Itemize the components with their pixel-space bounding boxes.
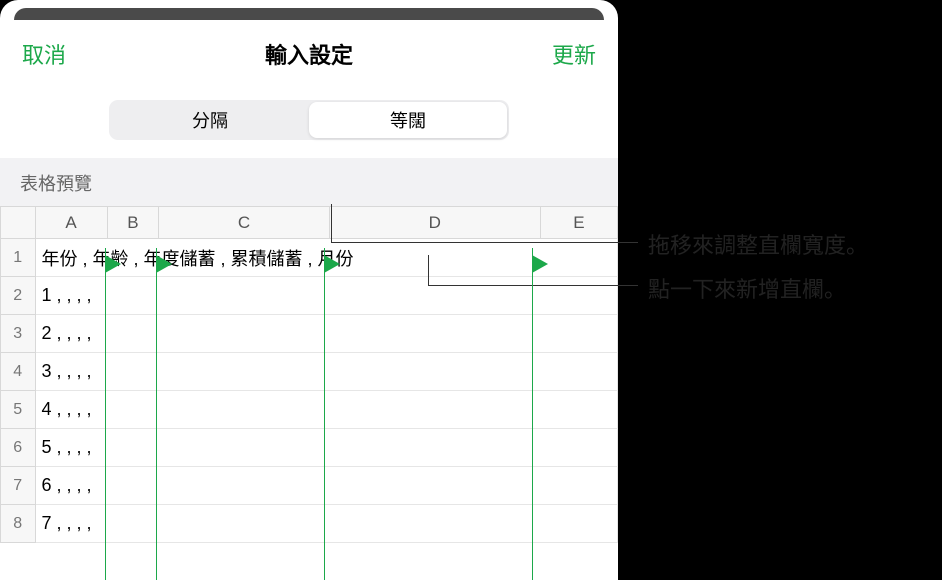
column-boundary-line[interactable]: [324, 248, 325, 580]
table-row: 5 4 , , , ,: [1, 391, 618, 429]
segment-delimited[interactable]: 分隔: [111, 102, 309, 138]
data-cell[interactable]: 6 , , , ,: [35, 467, 618, 505]
row-header[interactable]: 8: [1, 505, 36, 543]
column-boundary-handle-icon[interactable]: [156, 255, 172, 273]
data-cell[interactable]: 4 , , , ,: [35, 391, 618, 429]
column-header[interactable]: B: [107, 207, 159, 239]
modal-header: 取消 輸入設定 更新: [0, 20, 618, 86]
table-row: 8 7 , , , ,: [1, 505, 618, 543]
column-boundary-line[interactable]: [156, 248, 157, 580]
data-cell[interactable]: 2 , , , ,: [35, 315, 618, 353]
modal-background-shadow: [14, 8, 604, 20]
callout-leader-line: [331, 204, 332, 242]
table-row: 1 年份 , 年齡 , 年度儲蓄 , 累積儲蓄 , 月份: [1, 239, 618, 277]
row-header[interactable]: 7: [1, 467, 36, 505]
table-preview[interactable]: A B C D E 1 年份 , 年齡 , 年度儲蓄 , 累積儲蓄 , 月份 2…: [0, 206, 618, 543]
callout-tap-add: 點一下來新增直欄。: [648, 272, 846, 304]
data-cell[interactable]: 5 , , , ,: [35, 429, 618, 467]
column-boundary-handle-icon[interactable]: [532, 255, 548, 273]
column-boundary-line[interactable]: [532, 248, 533, 580]
column-header-row: A B C D E: [1, 207, 618, 239]
column-boundary-handle-icon[interactable]: [105, 255, 121, 273]
data-cell[interactable]: 7 , , , ,: [35, 505, 618, 543]
table-row: 6 5 , , , ,: [1, 429, 618, 467]
column-header[interactable]: A: [35, 207, 107, 239]
cancel-button[interactable]: 取消: [22, 38, 66, 70]
row-header[interactable]: 5: [1, 391, 36, 429]
callout-leader-line: [428, 255, 429, 285]
data-cell[interactable]: 3 , , , ,: [35, 353, 618, 391]
import-mode-segmented-control[interactable]: 分隔 等闊: [109, 100, 509, 140]
column-header[interactable]: D: [329, 207, 540, 239]
modal-title: 輸入設定: [265, 38, 353, 70]
table-row: 7 6 , , , ,: [1, 467, 618, 505]
corner-cell: [1, 207, 36, 239]
column-header[interactable]: C: [159, 207, 329, 239]
import-settings-modal: 取消 輸入設定 更新 分隔 等闊 表格預覽: [0, 0, 618, 580]
callout-drag-width: 拖移來調整直欄寬度。: [648, 228, 868, 260]
table-row: 2 1 , , , ,: [1, 277, 618, 315]
row-header[interactable]: 6: [1, 429, 36, 467]
column-header[interactable]: E: [540, 207, 617, 239]
preview-section: 表格預覽 A B C D: [0, 158, 618, 543]
table-row: 4 3 , , , ,: [1, 353, 618, 391]
row-header[interactable]: 2: [1, 277, 36, 315]
row-header[interactable]: 1: [1, 239, 36, 277]
preview-label: 表格預覽: [0, 158, 618, 206]
column-boundary-handle-icon[interactable]: [324, 255, 340, 273]
callout-leader-line: [331, 242, 638, 243]
row-header[interactable]: 3: [1, 315, 36, 353]
table-row: 3 2 , , , ,: [1, 315, 618, 353]
column-boundary-line[interactable]: [105, 248, 106, 580]
segment-fixed-width[interactable]: 等闊: [309, 102, 507, 138]
update-button[interactable]: 更新: [552, 38, 596, 70]
row-header[interactable]: 4: [1, 353, 36, 391]
modal-body: 取消 輸入設定 更新 分隔 等闊 表格預覽: [0, 20, 618, 580]
data-cell[interactable]: 1 , , , ,: [35, 277, 618, 315]
preview-table: A B C D E 1 年份 , 年齡 , 年度儲蓄 , 累積儲蓄 , 月份 2…: [0, 206, 618, 543]
callout-leader-line: [428, 285, 638, 286]
